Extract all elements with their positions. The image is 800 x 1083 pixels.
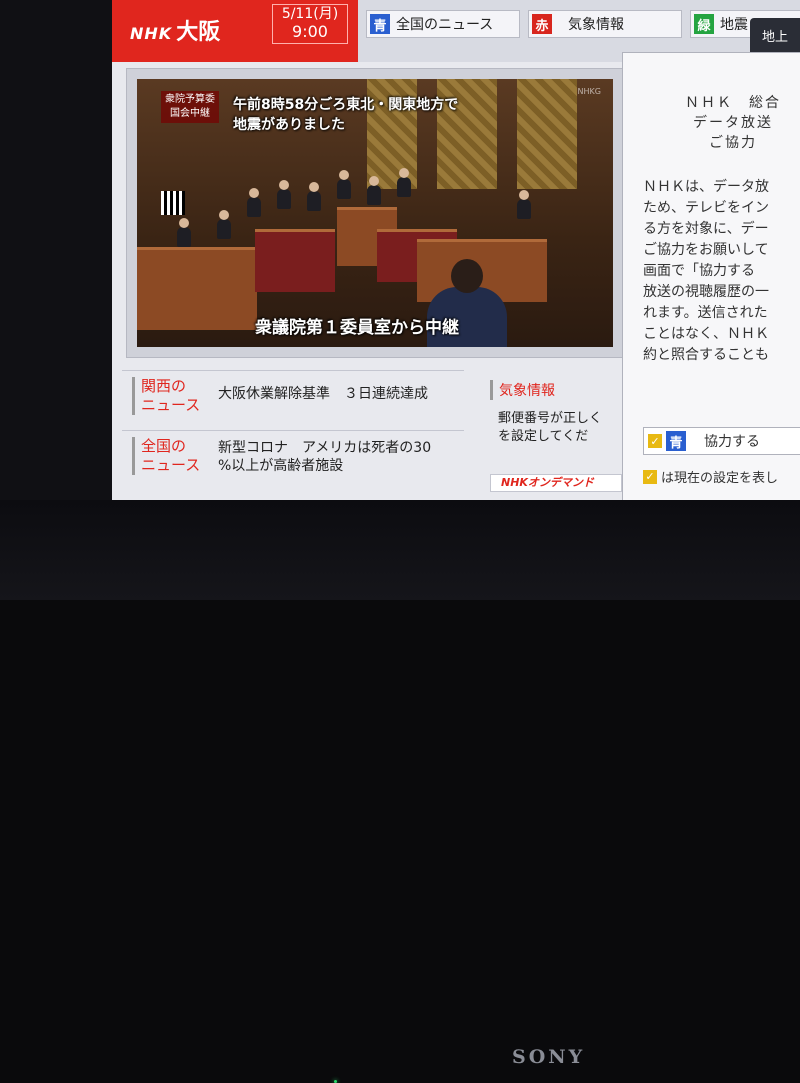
news-panel: 関西の ニュース 大阪休業解除基準 ３日連続達成 全国の ニュース 新型コロナ … — [122, 370, 464, 496]
news-headline: 新型コロナ アメリカは死者の30 %以上が高齢者施設 — [218, 440, 432, 474]
date-time-box: 5/11(月) 9:00 — [272, 4, 348, 44]
agree-label: 協力する — [704, 434, 760, 450]
checkmark-icon: ✓ — [643, 469, 657, 484]
weather-label: 気象情報 — [568, 17, 624, 33]
desk — [255, 229, 335, 292]
tv-bezel-bottom: SONY — [0, 500, 800, 1083]
person — [367, 176, 381, 205]
news-headline: 大阪休業解除基準 ３日連続達成 — [218, 386, 428, 402]
nhk-logo: NHK 大阪 — [130, 14, 220, 46]
checkmark-icon: ✓ — [648, 434, 662, 448]
news-item[interactable]: 関西の ニュース 大阪休業解除基準 ３日連続達成 — [122, 370, 464, 423]
desk — [137, 247, 257, 330]
person — [277, 180, 291, 209]
weather-button[interactable]: 赤 気象情報 — [528, 10, 682, 38]
green-key-icon: 緑 — [694, 14, 714, 34]
program-tag: 衆院予算委 国会中継 — [161, 91, 219, 123]
location-caption: 衆議院第１委員室から中継 — [255, 318, 459, 338]
qr-code-icon — [161, 191, 185, 215]
breaking-headline: 午前8時58分ごろ東北・関東地方で 地震がありました — [233, 97, 459, 133]
setting-note: ✓ は現在の設定を表し — [643, 467, 778, 486]
person — [307, 182, 321, 211]
terrestrial-tab[interactable]: 地上 — [750, 18, 800, 52]
weather-message: 郵便番号が正しく を設定してくだ — [498, 411, 603, 444]
agree-button[interactable]: ✓ 青 協力する — [643, 427, 800, 455]
live-video: 衆院予算委 国会中継 午前8時58分ごろ東北・関東地方で 地震がありました 衆議… — [137, 79, 613, 347]
tv-brand-logo: SONY — [512, 1046, 586, 1068]
blue-key-icon: 青 — [370, 14, 390, 34]
blue-key-icon: 青 — [666, 431, 686, 451]
ondemand-link[interactable]: NHKオンデマンド — [490, 474, 622, 492]
nhk-brand: NHK — [130, 24, 173, 43]
time-label: 9:00 — [292, 22, 328, 41]
weather-title: 気象情報 — [490, 380, 555, 400]
national-news-label: 全国のニュース — [396, 17, 494, 33]
setting-note-text: は現在の設定を表し — [661, 471, 779, 486]
person — [217, 210, 231, 239]
news-item[interactable]: 全国の ニュース 新型コロナ アメリカは死者の30 %以上が高齢者施設 — [122, 430, 464, 483]
weather-panel: 気象情報 郵便番号が正しく を設定してくだ NHKオンデマンド — [484, 370, 628, 496]
consent-dialog: ＮＨＫ 総合 データ放送 ご協力 ＮＨＫは、データ放 ため、テレビをイン る方を… — [622, 52, 800, 500]
person — [397, 168, 411, 197]
person — [177, 218, 191, 247]
dialog-body: ＮＨＫは、データ放 ため、テレビをイン る方を対象に、デー ご協力をお願いして … — [643, 179, 769, 363]
channel-mark: NHKG — [577, 87, 601, 96]
dialog-title: ＮＨＫ 総合 データ放送 ご協力 — [685, 95, 781, 151]
region-name: 大阪 — [176, 20, 221, 45]
person — [337, 170, 351, 199]
news-category: 関西の ニュース — [132, 377, 209, 415]
date-label: 5/11(月) — [281, 6, 339, 22]
video-frame: 衆院予算委 国会中継 午前8時58分ごろ東北・関東地方で 地震がありました 衆議… — [126, 68, 626, 358]
red-key-icon: 赤 — [532, 14, 552, 34]
data-broadcast-screen: NHK 大阪 5/11(月) 9:00 青 全国のニュース 赤 気象情報 緑 地… — [112, 0, 800, 500]
person — [517, 190, 531, 219]
program-tag-text: 衆院予算委 国会中継 — [165, 94, 215, 119]
header-brand-area: NHK 大阪 5/11(月) 9:00 — [112, 0, 358, 62]
earthquake-label: 地震 — [720, 17, 748, 33]
wall-panel — [517, 79, 577, 189]
person — [247, 188, 261, 217]
news-category: 全国の ニュース — [132, 437, 209, 475]
national-news-button[interactable]: 青 全国のニュース — [366, 10, 520, 38]
